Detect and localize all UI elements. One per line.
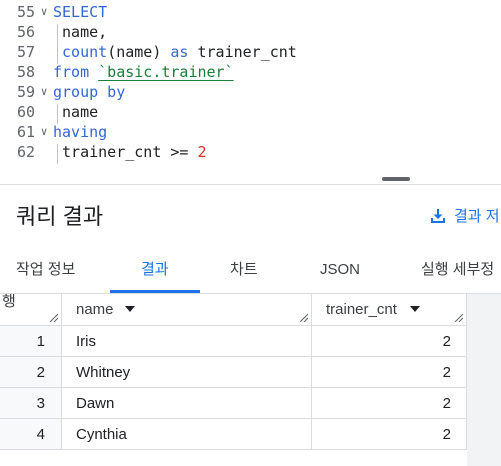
- code-token: from: [53, 63, 99, 81]
- results-title: 쿼리 결과: [16, 204, 104, 229]
- trainer-cnt-cell[interactable]: 2: [312, 388, 467, 419]
- line-number: 57: [16, 43, 35, 61]
- tab-job-info[interactable]: 작업 정보: [16, 248, 75, 292]
- line-number: 56: [16, 23, 35, 41]
- table-row: 4 Cynthia 2: [0, 419, 501, 450]
- code-text: name: [53, 102, 98, 122]
- table-row: 2 Whitney 2: [0, 357, 501, 388]
- code-text: count(name) as trainer_cnt: [53, 42, 297, 62]
- drag-handle[interactable]: [382, 177, 410, 181]
- line-number: 60: [16, 103, 35, 121]
- code-token: name: [53, 103, 99, 121]
- name-cell[interactable]: Cynthia: [62, 419, 312, 450]
- code-text: from `basic.trainer`: [53, 62, 234, 82]
- name-cell[interactable]: Dawn: [62, 388, 312, 419]
- code-text: group by: [53, 82, 125, 102]
- code-text: name,: [53, 22, 107, 42]
- download-icon: [431, 208, 445, 223]
- row-number: 2: [0, 357, 62, 388]
- line-number: 62: [16, 143, 35, 161]
- line-number: 58: [16, 63, 35, 81]
- fold-chevron-icon[interactable]: ∨: [37, 122, 51, 142]
- sort-menu-icon[interactable]: [410, 306, 420, 312]
- column-header-trainer-cnt[interactable]: trainer_cnt: [312, 294, 467, 325]
- code-line[interactable]: 62 trainer_cnt >= 2: [0, 142, 501, 162]
- code-line[interactable]: 60 name: [0, 102, 501, 122]
- row-number: 1: [0, 326, 62, 357]
- column-header-label: trainer_cnt: [326, 301, 397, 318]
- tab-execution-details[interactable]: 실행 세부정: [421, 248, 494, 292]
- row-number-header: 행: [0, 294, 62, 325]
- code-token: trainer_cnt >=: [53, 143, 198, 161]
- tab-chart[interactable]: 차트: [230, 248, 258, 292]
- code-token: (name): [107, 43, 171, 61]
- panel-splitter[interactable]: [0, 164, 501, 185]
- code-line[interactable]: 59 ∨ group by: [0, 82, 501, 102]
- code-line[interactable]: 58 from `basic.trainer`: [0, 62, 501, 82]
- tab-json[interactable]: JSON: [320, 248, 360, 292]
- code-token: SELECT: [53, 3, 108, 21]
- line-number: 55: [16, 3, 35, 21]
- trainer-cnt-cell[interactable]: 2: [312, 357, 467, 388]
- tab-results[interactable]: 결과: [141, 248, 169, 292]
- trainer-cnt-cell[interactable]: 2: [312, 326, 467, 357]
- save-results-label: 결과 저: [454, 208, 500, 225]
- code-line[interactable]: 55 ∨ SELECT: [0, 2, 501, 22]
- row-number: 4: [0, 419, 62, 450]
- trainer-cnt-cell[interactable]: 2: [312, 419, 467, 450]
- code-token: count: [53, 43, 108, 61]
- column-header-label: name: [76, 301, 114, 318]
- sort-menu-icon[interactable]: [125, 306, 135, 312]
- active-tab-indicator: [110, 290, 200, 293]
- save-results-button[interactable]: 결과 저: [430, 205, 500, 226]
- code-line[interactable]: 61 ∨ having: [0, 122, 501, 142]
- column-resize-handle[interactable]: [299, 313, 308, 322]
- fold-chevron-icon[interactable]: ∨: [37, 2, 51, 22]
- code-token: name,: [53, 23, 108, 41]
- code-text: having: [53, 122, 107, 142]
- line-number: 61: [16, 123, 35, 141]
- code-token: `basic.trainer`: [98, 63, 234, 81]
- line-number: 59: [16, 83, 35, 101]
- table-row: 1 Iris 2: [0, 326, 501, 357]
- code-token: group by: [53, 83, 126, 101]
- column-header-name[interactable]: name: [62, 294, 312, 325]
- table-row: 3 Dawn 2: [0, 388, 501, 419]
- table-header: 행 name trainer_cnt: [0, 294, 467, 326]
- code-token: trainer_cnt: [188, 43, 297, 61]
- fold-chevron-icon[interactable]: ∨: [37, 82, 51, 102]
- code-text: SELECT: [53, 2, 107, 22]
- name-cell[interactable]: Iris: [62, 326, 312, 357]
- code-line[interactable]: 56 name,: [0, 22, 501, 42]
- row-number: 3: [0, 388, 62, 419]
- column-resize-handle[interactable]: [454, 313, 463, 322]
- code-token: as: [170, 43, 189, 61]
- code-text: trainer_cnt >= 2: [53, 142, 207, 162]
- column-resize-handle[interactable]: [49, 313, 58, 322]
- name-cell[interactable]: Whitney: [62, 357, 312, 388]
- results-tabs: 작업 정보 결과 차트 JSON 실행 세부정: [0, 248, 501, 294]
- sql-editor[interactable]: 55 ∨ SELECT 56 name, 57 count(name) as train…: [0, 0, 501, 164]
- row-number-header-label: 행: [2, 294, 16, 310]
- code-token: 2: [197, 143, 207, 161]
- results-table: 행 name trainer_cnt 1 Iris 2 2 Whitney 2 …: [0, 294, 501, 466]
- code-line[interactable]: 57 count(name) as trainer_cnt: [0, 42, 501, 62]
- code-token: having: [53, 123, 108, 141]
